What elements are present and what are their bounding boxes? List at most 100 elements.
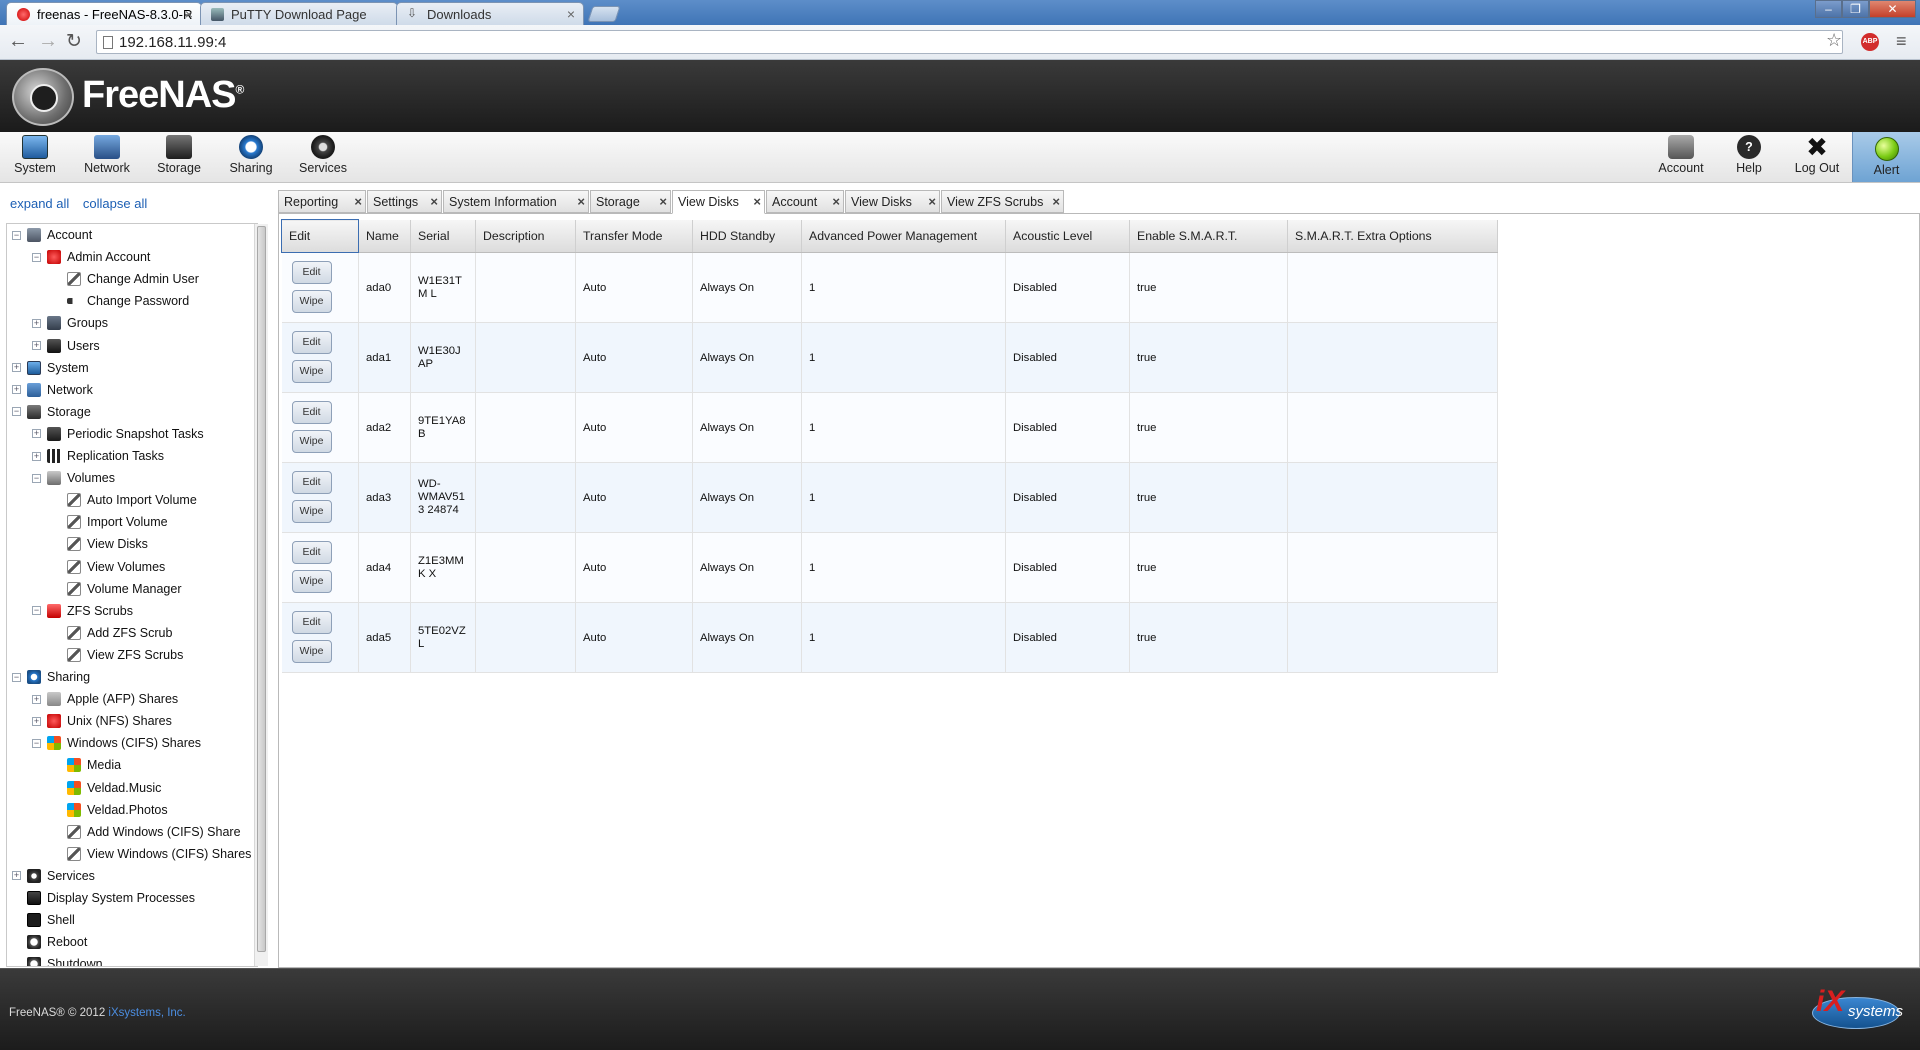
- close-tab-icon[interactable]: ×: [753, 194, 761, 209]
- close-tab-icon[interactable]: ×: [354, 194, 362, 209]
- collapse-node-icon[interactable]: −: [12, 407, 21, 417]
- help-button[interactable]: ? Help: [1719, 135, 1779, 181]
- close-tab-icon[interactable]: ×: [832, 194, 840, 209]
- sharing-button[interactable]: Sharing: [221, 135, 281, 181]
- browser-tab-downloads[interactable]: ⇩ Downloads ×: [396, 2, 584, 25]
- wipe-disk-button[interactable]: Wipe: [291, 359, 332, 383]
- column-header-enable-smart[interactable]: Enable S.M.A.R.T.: [1129, 219, 1288, 253]
- column-header-hdd-standby[interactable]: HDD Standby: [692, 219, 802, 253]
- tab-view-disks[interactable]: View Disks ×: [845, 190, 940, 213]
- wipe-disk-button[interactable]: Wipe: [291, 429, 332, 453]
- tree-item-auto-import-volume[interactable]: Auto Import Volume: [52, 490, 197, 510]
- system-button[interactable]: System: [5, 135, 65, 181]
- tree-item-change-password[interactable]: Change Password: [52, 291, 189, 311]
- edit-disk-button[interactable]: Edit: [291, 610, 332, 634]
- adblock-icon[interactable]: ABP: [1861, 33, 1879, 51]
- tree-item-account[interactable]: − Account: [12, 225, 92, 245]
- forward-arrow-icon[interactable]: →: [38, 30, 58, 53]
- expand-node-icon[interactable]: +: [32, 341, 41, 350]
- wipe-disk-button[interactable]: Wipe: [291, 499, 332, 523]
- tree-item-reboot[interactable]: Reboot: [12, 932, 87, 952]
- wipe-disk-button[interactable]: Wipe: [291, 289, 332, 313]
- tab-account[interactable]: Account ×: [766, 190, 844, 213]
- tree-item-services[interactable]: + Services: [12, 866, 95, 886]
- close-tab-icon[interactable]: ×: [185, 6, 193, 22]
- tree-item-system[interactable]: + System: [12, 358, 89, 378]
- storage-button[interactable]: Storage: [149, 135, 209, 181]
- restore-window-button[interactable]: ❐: [1842, 0, 1869, 18]
- collapse-node-icon[interactable]: −: [32, 252, 41, 262]
- column-header-serial[interactable]: Serial: [410, 219, 476, 253]
- tree-item-display-system-processes[interactable]: Display System Processes: [12, 888, 195, 908]
- close-tab-icon[interactable]: ×: [430, 194, 438, 209]
- column-header-smart-extra-options[interactable]: S.M.A.R.T. Extra Options: [1287, 219, 1498, 253]
- tab-settings[interactable]: Settings ×: [367, 190, 442, 213]
- close-tab-icon[interactable]: ×: [659, 194, 667, 209]
- tree-item-periodic-snapshot-tasks[interactable]: + Periodic Snapshot Tasks: [32, 424, 204, 444]
- alert-button[interactable]: Alert: [1852, 132, 1920, 182]
- tree-item-apple-afp-shares[interactable]: + Apple (AFP) Shares: [32, 689, 178, 709]
- tab-storage[interactable]: Storage ×: [590, 190, 671, 213]
- tree-item-volumes[interactable]: − Volumes: [32, 468, 115, 488]
- close-tab-icon[interactable]: ×: [928, 194, 936, 209]
- tree-item-groups[interactable]: + Groups: [32, 313, 108, 333]
- back-arrow-icon[interactable]: ←: [8, 30, 28, 53]
- expand-node-icon[interactable]: +: [32, 716, 41, 726]
- close-tab-icon[interactable]: ×: [1052, 194, 1060, 209]
- table-row[interactable]: Edit Wipe ada4 Z1E3MMK X Auto Always On 1 Disab…: [281, 532, 1498, 603]
- expand-node-icon[interactable]: +: [12, 385, 21, 395]
- collapse-node-icon[interactable]: −: [32, 738, 41, 748]
- minimize-window-button[interactable]: –: [1815, 0, 1842, 18]
- table-row[interactable]: Edit Wipe ada5 5TE02VZL Auto Always On 1 Disabl…: [281, 602, 1498, 673]
- tree-item-sharing[interactable]: − Sharing: [12, 667, 90, 687]
- close-tab-icon[interactable]: ×: [567, 6, 575, 22]
- table-row[interactable]: Edit Wipe ada1 W1E30JAP Auto Always On 1 Disabl…: [281, 322, 1498, 393]
- account-button[interactable]: Account: [1651, 135, 1711, 181]
- expand-node-icon[interactable]: +: [12, 363, 21, 373]
- tree-item-view-zfs-scrubs[interactable]: View ZFS Scrubs: [52, 645, 183, 665]
- tree-item-veldad-photos[interactable]: Veldad.Photos: [52, 800, 168, 820]
- collapse-node-icon[interactable]: −: [32, 606, 41, 616]
- tree-item-network[interactable]: + Network: [12, 380, 93, 400]
- edit-disk-button[interactable]: Edit: [291, 400, 332, 424]
- ixsystems-logo[interactable]: iX systems: [1808, 983, 1904, 1035]
- tree-item-view-disks[interactable]: View Disks: [52, 534, 148, 554]
- tree-item-view-windows-cifs-shares[interactable]: View Windows (CIFS) Shares: [52, 844, 251, 864]
- expand-node-icon[interactable]: +: [32, 451, 41, 461]
- collapse-node-icon[interactable]: −: [12, 230, 21, 240]
- tree-scrollbar[interactable]: [254, 224, 268, 966]
- tree-item-volume-manager[interactable]: Volume Manager: [52, 579, 182, 599]
- column-header-acoustic-level[interactable]: Acoustic Level: [1005, 219, 1130, 253]
- new-tab-button[interactable]: [587, 6, 621, 22]
- expand-all-link[interactable]: expand all: [10, 196, 69, 211]
- edit-disk-button[interactable]: Edit: [291, 330, 332, 354]
- edit-disk-button[interactable]: Edit: [291, 540, 332, 564]
- bookmark-star-icon[interactable]: ☆: [1826, 30, 1842, 51]
- column-header-name[interactable]: Name: [358, 219, 411, 253]
- reload-icon[interactable]: ↻: [66, 30, 82, 53]
- scrollbar-thumb[interactable]: [257, 226, 266, 952]
- browser-tab-putty[interactable]: PuTTY Download Page: [200, 2, 398, 25]
- ixsystems-link[interactable]: iXsystems, Inc.: [108, 1007, 185, 1019]
- close-window-button[interactable]: ✕: [1869, 0, 1916, 18]
- wipe-disk-button[interactable]: Wipe: [291, 569, 332, 593]
- collapse-all-link[interactable]: collapse all: [83, 196, 147, 211]
- tree-item-shell[interactable]: Shell: [12, 910, 75, 930]
- tree-item-media[interactable]: Media: [52, 755, 121, 775]
- wipe-disk-button[interactable]: Wipe: [291, 639, 332, 663]
- tree-item-storage[interactable]: − Storage: [12, 402, 91, 422]
- tab-view-disks[interactable]: View Disks ×: [672, 190, 765, 214]
- column-header-transfer-mode[interactable]: Transfer Mode: [575, 219, 693, 253]
- tree-item-add-windows-cifs-share[interactable]: Add Windows (CIFS) Share: [52, 822, 241, 842]
- table-row[interactable]: Edit Wipe ada0 W1E31TM L Auto Always On 1 Disab…: [281, 252, 1498, 323]
- tree-item-add-zfs-scrub[interactable]: Add ZFS Scrub: [52, 623, 172, 643]
- edit-disk-button[interactable]: Edit: [291, 260, 332, 284]
- tree-item-shutdown[interactable]: Shutdown: [12, 954, 103, 966]
- tree-item-view-volumes[interactable]: View Volumes: [52, 557, 165, 577]
- browser-tab-freenas[interactable]: freenas - FreeNAS-8.3.0-R ×: [6, 2, 202, 25]
- address-bar[interactable]: 192.168.11.99:4: [96, 30, 1843, 54]
- close-tab-icon[interactable]: ×: [577, 194, 585, 209]
- tree-item-replication-tasks[interactable]: + Replication Tasks: [32, 446, 164, 466]
- tree-item-zfs-scrubs[interactable]: − ZFS Scrubs: [32, 601, 133, 621]
- expand-node-icon[interactable]: +: [32, 318, 41, 328]
